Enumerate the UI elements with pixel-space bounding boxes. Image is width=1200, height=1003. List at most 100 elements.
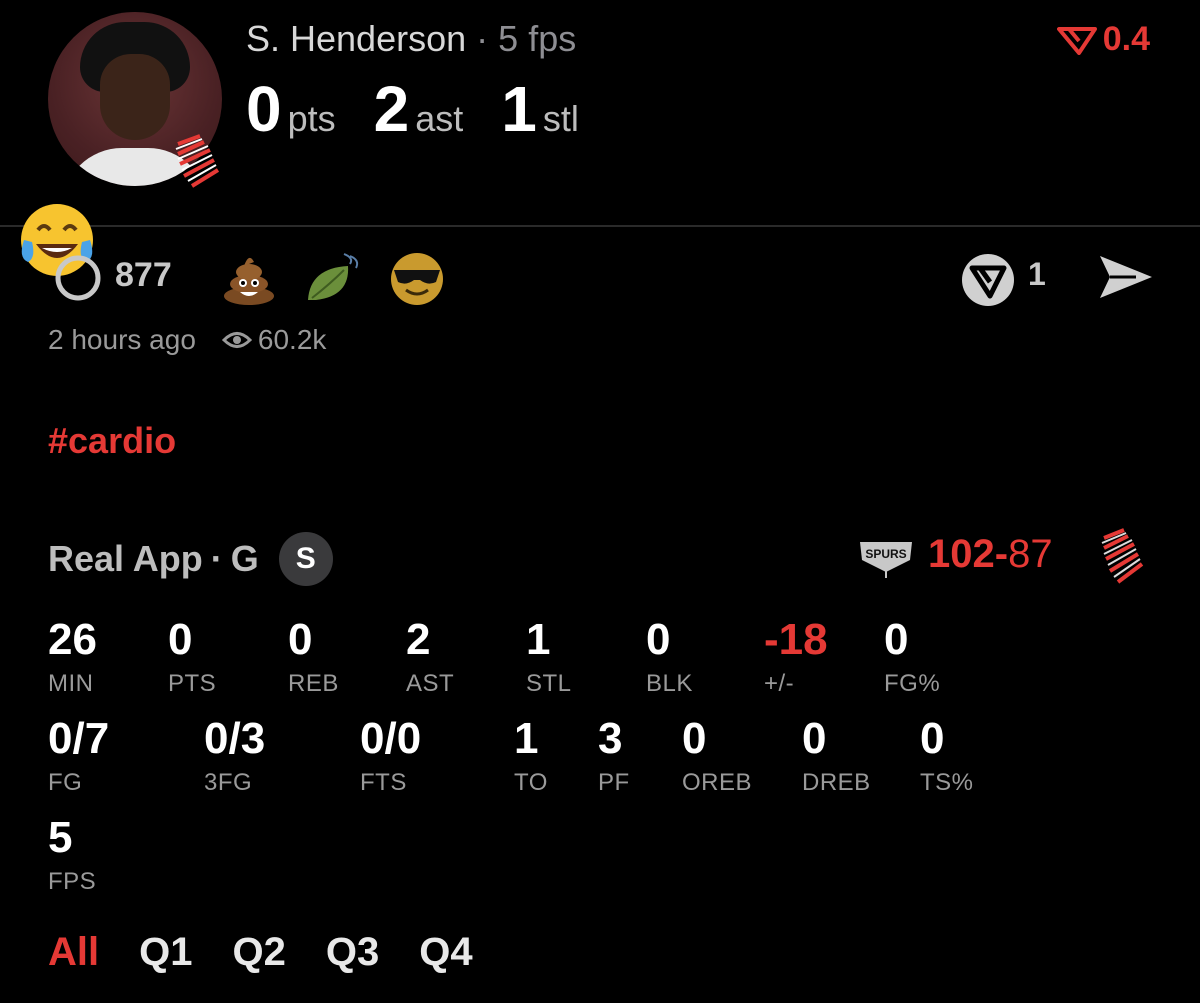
away-score: 87 bbox=[1008, 532, 1053, 576]
stat-blk-value: 0 bbox=[646, 615, 671, 664]
headline-ast-value: 2 bbox=[373, 73, 410, 145]
spurs-logo-icon: SPURS bbox=[860, 542, 912, 578]
stat-fps: 5 FPS bbox=[48, 816, 96, 896]
stat-dreb-value: 0 bbox=[802, 714, 827, 763]
stat-fts: 0/0 FTS bbox=[360, 717, 421, 797]
stat-fg-value: 0/7 bbox=[48, 714, 110, 763]
stat-to-label: TO bbox=[514, 769, 548, 796]
player-fps: 5 fps bbox=[498, 18, 577, 59]
headline-pts-unit: pts bbox=[287, 98, 336, 139]
send-icon[interactable] bbox=[1096, 250, 1156, 304]
stat-pts: 0 PTS bbox=[168, 618, 216, 698]
stat-3fg-label: 3FG bbox=[204, 769, 253, 796]
stat-3fg-value: 0/3 bbox=[204, 714, 266, 763]
trail-blazers-logo-icon bbox=[175, 134, 220, 188]
stat-ts-pct-label: TS% bbox=[920, 769, 974, 796]
game-title: Real App · G S bbox=[48, 532, 333, 586]
player-name[interactable]: S. Henderson bbox=[246, 18, 466, 59]
name-separator: · bbox=[476, 18, 489, 59]
stat-pf-label: PF bbox=[598, 769, 630, 796]
svg-text:SPURS: SPURS bbox=[865, 547, 906, 561]
stat-plus-minus-label: +/- bbox=[764, 670, 795, 697]
stat-fg-pct-value: 0 bbox=[884, 615, 909, 664]
home-score: 102 bbox=[928, 532, 995, 576]
poop-emoji-icon[interactable] bbox=[220, 250, 278, 308]
tab-q3[interactable]: Q3 bbox=[326, 930, 379, 975]
stat-min-value: 26 bbox=[48, 615, 97, 664]
stat-ast: 2 AST bbox=[406, 618, 454, 698]
trail-blazers-logo-icon bbox=[1101, 528, 1144, 584]
stat-ast-label: AST bbox=[406, 670, 455, 697]
avatar-face bbox=[100, 54, 170, 140]
app-name: Real App bbox=[48, 538, 203, 579]
stat-reb-label: REB bbox=[288, 670, 339, 697]
status-badge[interactable]: S bbox=[278, 532, 333, 586]
sunglasses-emoji-icon[interactable] bbox=[388, 250, 446, 308]
down-trend-icon bbox=[1056, 26, 1097, 55]
hashtag-link[interactable]: #cardio bbox=[48, 420, 176, 462]
real-app-vote-icon[interactable] bbox=[960, 252, 1016, 308]
post-card: S. Henderson · 5 fps 0 pts 2 ast 1 stl 0… bbox=[0, 0, 1200, 1003]
stat-dreb-label: DREB bbox=[802, 769, 871, 796]
stat-min-label: MIN bbox=[48, 670, 94, 697]
stat-blk-label: BLK bbox=[646, 670, 693, 697]
stat-fps-label: FPS bbox=[48, 868, 97, 895]
tab-q1[interactable]: Q1 bbox=[139, 930, 192, 975]
stat-stl: 1 STL bbox=[526, 618, 572, 698]
stat-pf-value: 3 bbox=[598, 714, 623, 763]
tab-q2[interactable]: Q2 bbox=[232, 930, 285, 975]
player-name-line[interactable]: S. Henderson · 5 fps bbox=[246, 18, 576, 60]
stat-3fg: 0/3 3FG bbox=[204, 717, 265, 797]
headline-stl-value: 1 bbox=[501, 73, 537, 145]
post-time: 2 hours ago bbox=[48, 324, 196, 355]
stat-pf: 3 PF bbox=[598, 717, 630, 797]
stat-ts-pct: 0 TS% bbox=[920, 717, 974, 797]
stat-dreb: 0 DREB bbox=[802, 717, 871, 797]
score-dash: - bbox=[994, 532, 1009, 576]
post-meta: 2 hours ago 60.2k bbox=[48, 324, 326, 356]
view-count: 60.2k bbox=[257, 324, 327, 355]
vote-count[interactable]: 1 bbox=[1028, 256, 1046, 293]
headline-stl-unit: stl bbox=[542, 98, 579, 139]
stat-pts-value: 0 bbox=[168, 615, 193, 664]
leaf-wind-emoji-icon[interactable] bbox=[304, 250, 362, 308]
stat-to-value: 1 bbox=[514, 714, 539, 763]
stat-fg-label: FG bbox=[48, 769, 83, 796]
stat-stl-value: 1 bbox=[526, 615, 551, 664]
tab-all[interactable]: All bbox=[48, 930, 99, 975]
comment-icon[interactable] bbox=[50, 250, 106, 306]
stat-oreb-value: 0 bbox=[682, 714, 707, 763]
header-divider bbox=[0, 225, 1200, 227]
stat-fts-value: 0/0 bbox=[360, 714, 422, 763]
stat-stl-label: STL bbox=[526, 670, 572, 697]
headline-ast-unit: ast bbox=[415, 98, 464, 139]
stat-to: 1 TO bbox=[514, 717, 548, 797]
comment-count[interactable]: 877 bbox=[115, 256, 172, 295]
stat-fps-value: 5 bbox=[48, 813, 73, 862]
stat-fg: 0/7 FG bbox=[48, 717, 109, 797]
stat-ts-pct-value: 0 bbox=[920, 714, 945, 763]
stat-reb: 0 REB bbox=[288, 618, 339, 698]
stat-fts-label: FTS bbox=[360, 769, 407, 796]
final-score[interactable]: 102-87 bbox=[928, 532, 1053, 577]
trend-value: 0.4 bbox=[1102, 20, 1150, 58]
quarter-tabs: All Q1 Q2 Q3 Q4 bbox=[48, 930, 473, 975]
stat-oreb-label: OREB bbox=[682, 769, 753, 796]
eye-icon bbox=[221, 332, 252, 348]
stat-reb-value: 0 bbox=[288, 615, 313, 664]
headline-stats: 0 pts 2 ast 1 stl bbox=[246, 72, 617, 146]
stat-oreb: 0 OREB bbox=[682, 717, 752, 797]
stat-ast-value: 2 bbox=[406, 615, 431, 664]
tab-q4[interactable]: Q4 bbox=[419, 930, 472, 975]
headline-pts-value: 0 bbox=[246, 73, 282, 145]
stat-blk: 0 BLK bbox=[646, 618, 693, 698]
stat-plus-minus: -18 +/- bbox=[764, 618, 828, 698]
stat-plus-minus-value: -18 bbox=[764, 615, 828, 664]
player-position: G bbox=[230, 538, 259, 579]
game-title-separator: · bbox=[210, 538, 223, 579]
stat-fg-pct-label: FG% bbox=[884, 670, 941, 697]
stat-fg-pct: 0 FG% bbox=[884, 618, 940, 698]
stat-pts-label: PTS bbox=[168, 670, 217, 697]
rating-trend[interactable]: 0.4 bbox=[1056, 20, 1150, 59]
stat-min: 26 MIN bbox=[48, 618, 97, 698]
